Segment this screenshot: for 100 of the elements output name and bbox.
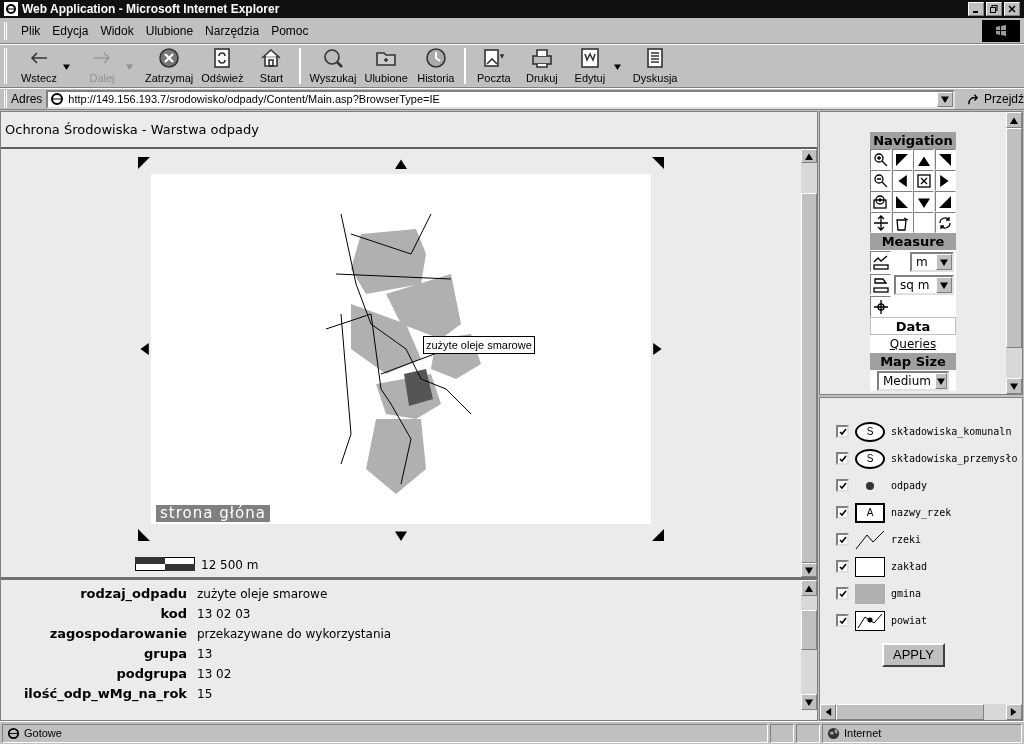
toolbar-button[interactable]: Ulubione [360, 45, 412, 87]
layer-checkbox[interactable] [836, 587, 849, 600]
toolbar-button[interactable]: Poczta [469, 45, 518, 87]
horizontal-scrollbar[interactable] [820, 704, 1022, 720]
scroll-left-button[interactable] [820, 704, 836, 720]
toolbar-button[interactable]: Zatrzymaj [141, 45, 198, 87]
maximize-button[interactable] [986, 2, 1002, 16]
menu-item[interactable]: Pomoc [265, 21, 315, 40]
right-arrow-icon[interactable] [1010, 708, 1018, 716]
map-size-select[interactable]: Medium [877, 371, 949, 391]
pan-west-icon[interactable] [896, 174, 908, 187]
security-zone-panel: Internet [822, 723, 1022, 743]
scroll-up-button[interactable] [801, 149, 817, 163]
dropdown-arrow-icon[interactable] [613, 62, 621, 70]
layer-checkbox[interactable] [836, 533, 849, 546]
pan-west-arrow[interactable] [138, 343, 150, 355]
label-symbol: A [855, 502, 885, 523]
toolbar-button[interactable]: Edytuj [565, 45, 614, 87]
section-heading: Navigation [870, 132, 956, 149]
pan-northeast-icon[interactable] [939, 153, 951, 166]
scroll-thumb[interactable] [801, 610, 817, 650]
section-heading: Map Size [870, 353, 956, 370]
line-icon [855, 529, 885, 550]
attribute-value: 13 02 03 [197, 606, 251, 623]
layer-checkbox[interactable] [836, 614, 849, 627]
menu-item[interactable]: Plik [15, 21, 47, 40]
dropdown-arrow-icon[interactable] [941, 95, 949, 103]
pan-north-arrow[interactable] [395, 157, 407, 169]
pan-southwest-arrow[interactable] [138, 529, 150, 541]
scroll-up-button[interactable] [801, 580, 817, 596]
layer-checkbox[interactable] [836, 452, 849, 465]
minimize-button[interactable] [968, 2, 984, 16]
layer-checkbox[interactable] [836, 506, 849, 519]
boundary-line-icon [855, 610, 885, 631]
layer-label: składowiska_przemysło [891, 452, 1018, 466]
pan-southeast-arrow[interactable] [652, 529, 664, 541]
up-arrow-icon[interactable] [1010, 116, 1018, 124]
browser-logo-icon [4, 2, 18, 16]
attribute-name: rodzaj_odpadu [79, 585, 188, 604]
toolbar-button[interactable]: Odśwież [197, 45, 248, 87]
page-icon [50, 92, 65, 106]
menu-item[interactable]: Narzędzia [199, 21, 266, 40]
up-arrow-icon[interactable] [805, 584, 813, 592]
go-button[interactable]: Przejdź [967, 90, 1024, 108]
pan-east-icon[interactable] [939, 174, 951, 187]
layer-checkbox[interactable] [836, 560, 849, 573]
area-unit-select[interactable]: sq m [894, 274, 954, 295]
pan-northwest-arrow[interactable] [138, 157, 150, 169]
menu-item[interactable]: Widok [94, 21, 140, 40]
dropdown-arrow-icon[interactable] [940, 257, 948, 266]
scroll-down-button[interactable] [1006, 378, 1022, 394]
down-arrow-icon[interactable] [805, 698, 813, 706]
page-heading: Ochrona Środowiska - Warstwa odpady [5, 120, 259, 139]
toolbar-button[interactable]: Wyszukaj [305, 45, 361, 87]
scroll-down-button[interactable] [801, 563, 817, 577]
scroll-thumb[interactable] [1006, 128, 1022, 348]
map-tooltip: zużyte oleje smarowe [423, 336, 535, 354]
scroll-thumb[interactable] [836, 704, 984, 720]
scroll-down-button[interactable] [801, 694, 817, 710]
pan-southwest-icon[interactable] [896, 195, 908, 208]
scroll-up-button[interactable] [1006, 112, 1022, 128]
pan-southeast-icon[interactable] [939, 195, 951, 208]
pan-south-arrow[interactable] [395, 529, 407, 541]
checkmark-icon [838, 589, 847, 598]
dropdown-arrow-icon[interactable] [940, 280, 948, 289]
layer-label: rzeki [891, 533, 922, 547]
pan-northeast-arrow[interactable] [652, 157, 664, 169]
vertical-scrollbar[interactable] [1006, 112, 1022, 394]
pan-east-arrow[interactable] [652, 343, 664, 355]
oval-symbol: S [855, 448, 885, 469]
dropdown-arrow-icon[interactable] [63, 62, 70, 70]
toolbar-button[interactable]: Historia [411, 45, 460, 87]
toolbar-button[interactable]: Wstecz [15, 45, 63, 87]
layer-checkbox[interactable] [836, 479, 849, 492]
stop-icon [157, 45, 182, 70]
menu-item[interactable]: Ulubione [139, 21, 200, 40]
vertical-scrollbar[interactable] [801, 580, 817, 710]
up-arrow-icon[interactable] [805, 152, 813, 160]
section-heading: Measure [870, 233, 956, 250]
home-link[interactable]: strona głóna [156, 505, 270, 522]
apply-button[interactable]: APPLY [882, 643, 945, 667]
pan-northwest-icon[interactable] [896, 153, 908, 166]
scroll-right-button[interactable] [1006, 704, 1022, 720]
globe-icon [827, 726, 840, 740]
dot-icon [866, 481, 874, 490]
layer-label: gmina [891, 587, 922, 601]
toolbar-button[interactable]: Dyskusja [628, 45, 682, 87]
distance-unit-select[interactable]: m [910, 251, 954, 272]
menu-item[interactable]: Edycja [46, 21, 95, 40]
down-arrow-icon[interactable] [805, 566, 813, 574]
attribute-name: podgrupa [115, 665, 188, 684]
close-button[interactable] [1004, 2, 1020, 16]
toolbar-button[interactable]: Start [247, 45, 296, 87]
queries-link[interactable]: Queries [870, 335, 956, 353]
layer-checkbox[interactable] [836, 425, 849, 438]
toolbar-button[interactable]: Drukuj [517, 45, 566, 87]
down-arrow-icon[interactable] [1010, 382, 1018, 390]
address-field[interactable]: http://149.156.193.7/srodowisko/odpady/Content/Main.asp?BrowserType=IE [46, 89, 955, 109]
dropdown-arrow-icon[interactable] [937, 377, 945, 385]
left-arrow-icon[interactable] [824, 708, 832, 716]
